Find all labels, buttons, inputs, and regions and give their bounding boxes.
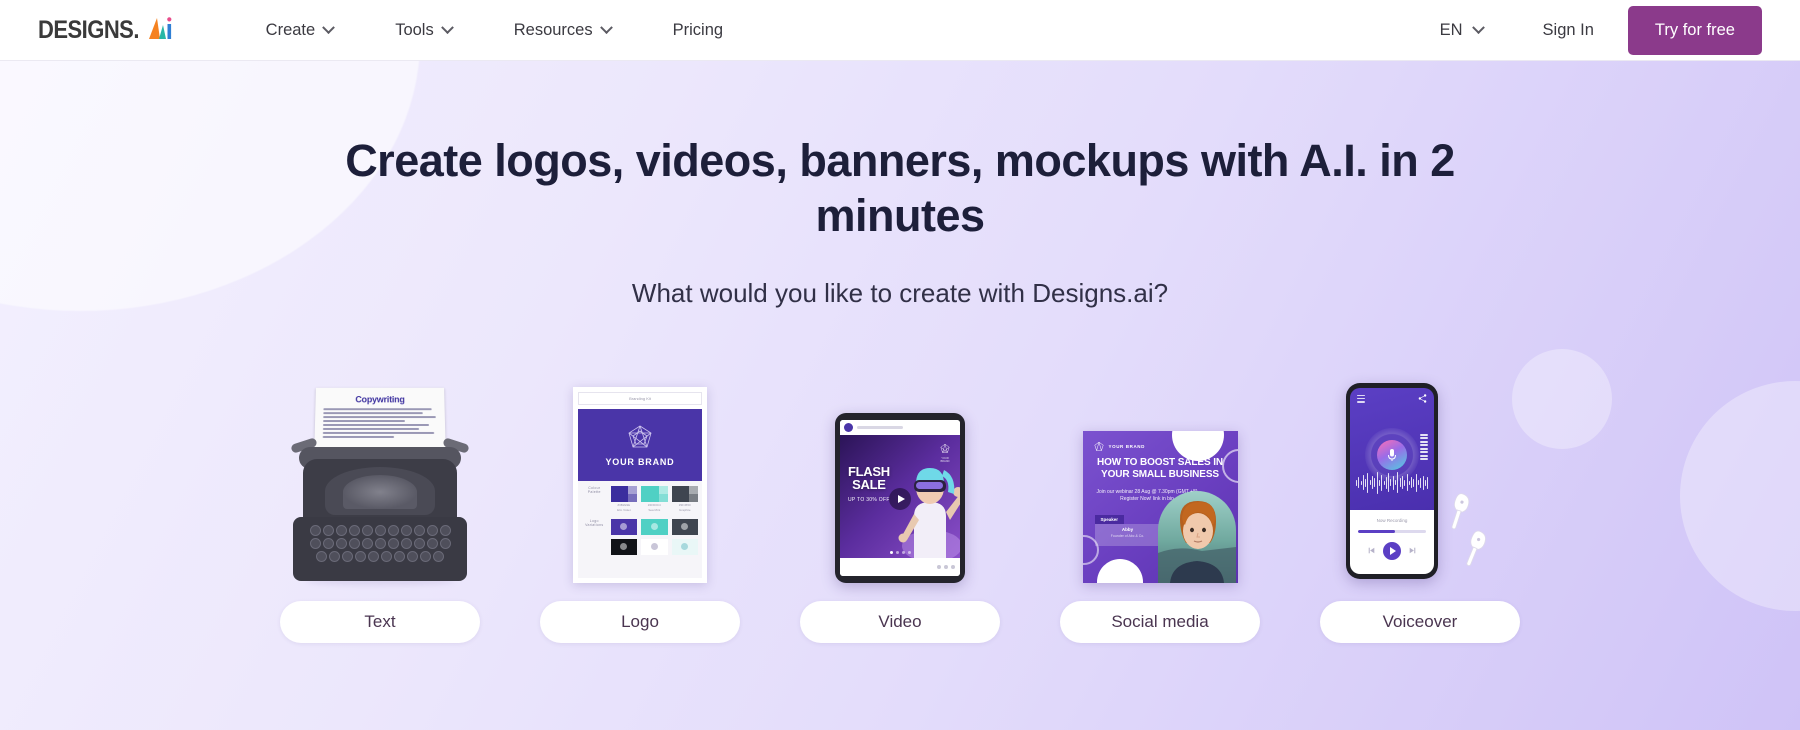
page-root: DESIGNS. Create Tools Resources Pricing … (0, 0, 1800, 730)
menu-icon[interactable] (1357, 394, 1365, 403)
sheet-brand-hero: YOUR BRAND (578, 408, 702, 481)
swatch-name: Graphite (678, 508, 691, 513)
swatch-name: Elm Violet (617, 508, 631, 513)
paper-title: Copywriting (355, 394, 405, 405)
next-icon[interactable] (1409, 547, 1416, 554)
chevron-down-icon (440, 20, 454, 34)
section-label-variations: Logo Variations (585, 518, 604, 527)
tablet-video-thumbnail-icon: YOUR BRAND FLASH SALE UP TO 30% OFF (835, 412, 965, 583)
level-meter (1420, 433, 1428, 461)
typewriter-thumbnail-icon: Copywriting (290, 387, 470, 585)
chevron-down-icon (1471, 20, 1485, 34)
logo-wordmark: DESIGNS. (38, 15, 139, 44)
video-preview: YOUR BRAND FLASH SALE UP TO 30% OFF (840, 434, 960, 558)
create-card-label[interactable]: Logo (540, 600, 740, 643)
chevron-down-icon (322, 20, 336, 34)
section-label-colour: Colour Palette (587, 485, 601, 494)
speaker-name: Abby (1121, 526, 1134, 532)
create-card-text[interactable]: Copywriting Text (265, 355, 495, 643)
now-playing-label: Now Recording (1376, 517, 1408, 523)
nav-item-label: Resources (513, 20, 593, 39)
post-title: HOW TO BOOST SALES IN YOUR SMALL BUSINES… (1096, 456, 1224, 480)
swatch-name: Sea Mint (648, 508, 661, 513)
player-controls-panel: Now Recording (1350, 509, 1434, 574)
phone-device: Now Recording (1346, 382, 1438, 579)
play-icon[interactable] (889, 487, 911, 510)
nav-right-group: EN Sign In Try for free (1414, 5, 1762, 55)
ai-logo-mark-icon (147, 15, 177, 46)
brand-name-text: YOUR BRAND (605, 456, 675, 467)
phone-voiceover-thumbnail-icon: Now Recording (1340, 382, 1500, 583)
polygon-logo-icon (628, 425, 652, 448)
chevron-down-icon (599, 20, 613, 34)
microphone-icon (1388, 448, 1396, 461)
speaker-info-box: Abby Founder of Abc & Co. (1094, 523, 1161, 546)
nav-item-resources[interactable]: Resources (483, 0, 642, 61)
brand-guideline-sheet-icon: Branding Kit YOUR BRAND Colour Palette #… (573, 386, 707, 583)
thumbnail-wrap: Copywriting (265, 355, 495, 585)
previous-icon[interactable] (1368, 547, 1375, 554)
progress-track[interactable] (1358, 529, 1426, 533)
language-selector[interactable]: EN (1414, 21, 1509, 40)
speaker-tag: Speaker (1094, 514, 1125, 524)
sheet-lower-section: Colour Palette #3B2E9E Elm Violet #4FD0C… (578, 480, 702, 578)
create-option-cards: Copywriting Text Branding Kit YOUR BRAND… (0, 355, 1800, 643)
social-post-thumbnail-icon: YOUR BRAND HOW TO BOOST SALES IN YOUR SM… (1082, 430, 1238, 583)
avatar (844, 422, 853, 432)
post-header (840, 419, 960, 435)
site-logo[interactable]: DESIGNS. (38, 0, 177, 61)
primary-nav-links: Create Tools Resources Pricing (235, 0, 754, 61)
create-card-label[interactable]: Voiceover (1320, 600, 1520, 643)
page-title: Create logos, videos, banners, mockups w… (345, 135, 1455, 241)
create-card-label[interactable]: Text (280, 600, 480, 643)
thumbnail-wrap: YOUR BRAND FLASH SALE UP TO 30% OFF (785, 355, 1015, 583)
nav-item-label: Pricing (672, 20, 724, 39)
try-for-free-button[interactable]: Try for free (1627, 5, 1762, 55)
video-subtitle: UP TO 30% OFF (848, 496, 890, 503)
hero-section: Create logos, videos, banners, mockups w… (0, 61, 1800, 730)
carousel-dots (840, 550, 960, 554)
transport-controls (1368, 541, 1416, 560)
thumbnail-wrap: Branding Kit YOUR BRAND Colour Palette #… (525, 355, 755, 583)
nav-item-tools[interactable]: Tools (364, 0, 483, 61)
create-card-video[interactable]: YOUR BRAND FLASH SALE UP TO 30% OFF Vide… (785, 355, 1015, 643)
nav-item-create[interactable]: Create (235, 0, 365, 61)
progress-fill (1358, 529, 1396, 533)
speaker-photo (1157, 490, 1236, 583)
post-footer (840, 557, 960, 576)
waveform (1356, 470, 1429, 496)
hero-subtitle: What would you like to create with Desig… (631, 277, 1169, 308)
top-navigation-bar: DESIGNS. Create Tools Resources Pricing … (0, 0, 1800, 61)
post-brand-badge: YOUR BRAND (1093, 441, 1146, 453)
create-card-social-media[interactable]: YOUR BRAND HOW TO BOOST SALES IN YOUR SM… (1045, 355, 1275, 643)
language-label: EN (1439, 20, 1463, 39)
nav-item-pricing[interactable]: Pricing (642, 0, 754, 61)
create-card-label[interactable]: Social media (1060, 600, 1260, 643)
thumbnail-wrap: Now Recording (1305, 355, 1535, 583)
create-card-label[interactable]: Video (800, 600, 1000, 643)
create-card-logo[interactable]: Branding Kit YOUR BRAND Colour Palette #… (525, 355, 755, 643)
play-icon[interactable] (1383, 541, 1401, 560)
create-card-voiceover[interactable]: Now Recording Voiceover (1305, 355, 1535, 643)
brand-badge-label: YOUR BRAND (1108, 444, 1146, 450)
sign-in-link[interactable]: Sign In (1509, 21, 1628, 40)
video-title: FLASH SALE (848, 463, 890, 493)
recorder-screen (1350, 387, 1434, 510)
sheet-topbar-label: Branding Kit (578, 391, 702, 405)
speaker-role: Founder of Abc & Co. (1110, 533, 1145, 538)
nav-item-label: Tools (395, 20, 434, 39)
polygon-logo-icon (1093, 441, 1104, 451)
share-icon[interactable] (1418, 394, 1427, 403)
thumbnail-wrap: YOUR BRAND HOW TO BOOST SALES IN YOUR SM… (1045, 355, 1275, 583)
hero-content: Create logos, videos, banners, mockups w… (0, 61, 1800, 643)
nav-item-label: Create (265, 20, 316, 39)
